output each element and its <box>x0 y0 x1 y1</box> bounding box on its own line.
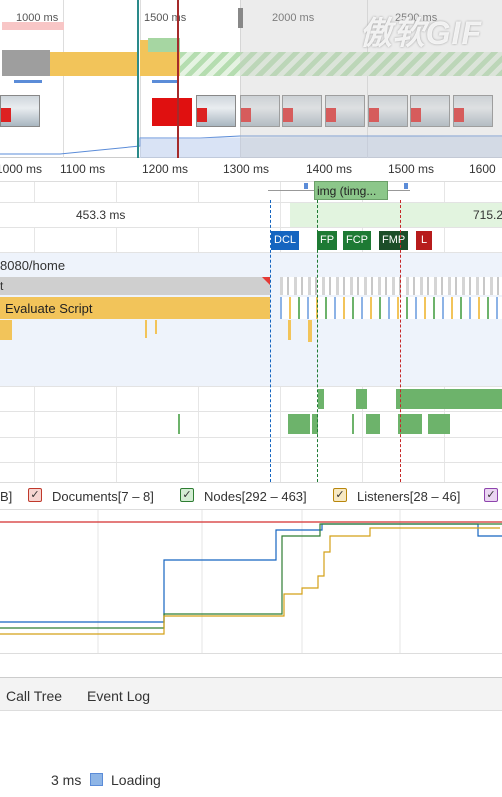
overview-cpu-painting <box>148 38 180 52</box>
counters-chart <box>0 510 502 653</box>
evaluate-script-label: Evaluate Script <box>5 301 93 316</box>
track-separator <box>0 411 502 412</box>
gpu-bar[interactable] <box>352 414 354 434</box>
filmstrip-frame[interactable] <box>196 95 236 127</box>
script-sub-bar[interactable] <box>155 320 157 334</box>
task-label: t <box>0 279 4 293</box>
frame-block[interactable]: 715.2 <box>290 203 502 227</box>
gpu-bar[interactable] <box>288 414 310 434</box>
gpu-bar[interactable] <box>178 414 180 434</box>
dcl-line <box>270 200 271 482</box>
evaluate-script-bar[interactable]: Evaluate Script <box>0 297 270 319</box>
network-request-label: img (timg... <box>317 184 377 198</box>
nodes-checkbox[interactable]: ✓ <box>180 488 194 502</box>
filmstrip-frame[interactable] <box>0 95 40 127</box>
script-sub-bar[interactable] <box>308 320 312 342</box>
ruler-tick: 1200 ms <box>142 162 189 176</box>
marker-load[interactable]: L <box>416 231 433 250</box>
track-separator <box>0 227 502 228</box>
ruler-tick: 1300 ms <box>223 162 270 176</box>
pane-divider[interactable] <box>0 653 502 677</box>
overview-net-bar <box>152 80 178 83</box>
network-tick <box>304 183 308 189</box>
overview-selection-handle-right[interactable] <box>177 0 179 158</box>
timeline-overview[interactable]: 1000 ms 1500 ms 2000 ms 2500 ms 傲软GIF <box>0 0 502 158</box>
overview-cpu-system <box>2 50 50 76</box>
main-thread-track <box>0 253 502 387</box>
ruler-tick: 1000 ms <box>0 162 43 176</box>
track-separator <box>0 386 502 387</box>
overview-fps-bar <box>2 22 64 30</box>
ruler-tick: 1600 <box>469 162 496 176</box>
ruler-tick: 1500 ms <box>388 162 435 176</box>
track-separator <box>0 437 502 438</box>
fp-line <box>317 200 318 482</box>
legend-partial-label: B] <box>0 489 13 504</box>
marker-fmp[interactable]: FMP <box>379 231 409 250</box>
ruler-tick: 1400 ms <box>306 162 353 176</box>
load-line <box>400 200 401 482</box>
main-thread-url: 8080/home <box>0 258 66 273</box>
raster-bar[interactable] <box>396 389 502 409</box>
gpu-bar[interactable] <box>398 414 422 434</box>
counters-graph <box>0 510 502 653</box>
documents-checkbox[interactable]: ✓ <box>28 488 42 502</box>
raster-bar[interactable] <box>318 389 324 409</box>
network-request-img[interactable]: img (timg... <box>314 181 388 200</box>
gpu-memory-checkbox[interactable]: ✓ <box>484 488 498 502</box>
script-sub-bar[interactable] <box>0 320 12 340</box>
overview-range-handle[interactable] <box>238 8 243 28</box>
overview-cpu-scripting <box>50 52 138 76</box>
nodes-label[interactable]: Nodes[292 – 463] <box>204 489 307 504</box>
task-bars-region[interactable] <box>280 277 502 295</box>
details-tabs: Call Tree Event Log <box>0 677 502 711</box>
loading-swatch <box>90 773 103 786</box>
frame-block[interactable]: 453.3 ms <box>0 203 270 227</box>
tab-call-tree[interactable]: Call Tree <box>6 688 62 704</box>
counters-legend: B] ✓ Documents[7 – 8] ✓ Nodes[292 – 463]… <box>0 482 502 510</box>
marker-fp[interactable]: FP <box>317 231 338 250</box>
filmstrip-frame-red[interactable] <box>152 98 192 126</box>
listeners-line <box>0 527 500 635</box>
script-sub-bar[interactable] <box>288 320 291 340</box>
activity-bars-region[interactable] <box>280 297 502 319</box>
jsheap-line <box>0 523 502 629</box>
watermark-logo: 傲软GIF <box>359 15 482 51</box>
listeners-label[interactable]: Listeners[28 – 46] <box>357 489 460 504</box>
ruler-tick: 1100 ms <box>60 162 106 176</box>
listeners-checkbox[interactable]: ✓ <box>333 488 347 502</box>
script-sub-bar[interactable] <box>145 320 147 338</box>
task-bar[interactable]: t <box>0 277 270 295</box>
long-task-flag <box>262 277 270 285</box>
frame-duration: 453.3 ms <box>76 208 126 222</box>
gpu-bar[interactable] <box>428 414 450 434</box>
documents-label[interactable]: Documents[7 – 8] <box>52 489 154 504</box>
time-ruler: 1000 ms 1100 ms 1200 ms 1300 ms 1400 ms … <box>0 158 502 182</box>
network-tick <box>404 183 408 189</box>
track-separator <box>0 462 502 463</box>
overview-selection-handle-left[interactable] <box>137 0 139 158</box>
raster-bar[interactable] <box>356 389 367 409</box>
loading-label: Loading <box>111 772 161 788</box>
gpu-bar[interactable] <box>366 414 380 434</box>
frame-duration: 715.2 <box>473 208 502 222</box>
overview-tick: 1500 ms <box>144 12 187 24</box>
overview-net-bar <box>14 80 42 83</box>
nodes-line <box>0 523 502 623</box>
marker-fcp[interactable]: FCP <box>343 231 371 250</box>
summary-value: 3 ms <box>51 772 82 788</box>
tab-event-log[interactable]: Event Log <box>87 688 150 704</box>
marker-dcl[interactable]: DCL <box>271 231 300 250</box>
